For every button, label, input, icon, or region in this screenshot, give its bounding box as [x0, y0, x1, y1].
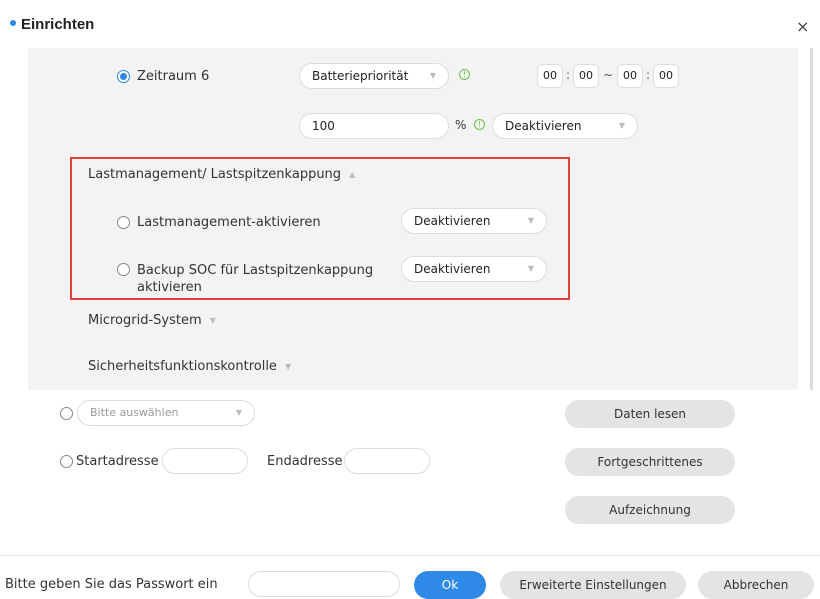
end-hour-field[interactable]: 00 [617, 64, 643, 88]
load-management-radio[interactable] [117, 216, 130, 229]
microgrid-header[interactable]: Microgrid-System ▼ [88, 313, 216, 328]
chevron-down-icon: ▼ [209, 316, 216, 325]
chevron-down-icon: ▼ [284, 362, 292, 371]
record-button[interactable]: Aufzeichnung [565, 496, 735, 524]
load-management-header[interactable]: Lastmanagement/ Lastspitzenkappung ▲ [88, 167, 355, 182]
percent-unit: % [455, 118, 467, 132]
start-address-input[interactable] [162, 448, 248, 474]
start-address-label: Startadresse [76, 454, 159, 469]
load-management-option-label: Lastmanagement-aktivieren [137, 215, 321, 230]
backup-soc-label: Backup SOC für Lastspitzenkappung aktivi… [137, 262, 373, 296]
title-dot-icon [10, 20, 16, 27]
address-range-radio[interactable] [60, 455, 73, 468]
register-select-radio[interactable] [60, 407, 73, 420]
start-minute-field[interactable]: 00 [573, 64, 599, 88]
priority-select-value: Batteriepriorität [312, 69, 409, 83]
password-label: Bitte geben Sie das Passwort ein [5, 577, 218, 592]
info-icon[interactable]: ! [459, 69, 470, 80]
priority-select[interactable]: Batteriepriorität ▼ [299, 63, 449, 89]
backup-soc-radio[interactable] [117, 263, 130, 276]
backup-soc-label-line1: Backup SOC für Lastspitzenkappung [137, 263, 374, 278]
chevron-down-icon: ▼ [527, 264, 534, 273]
advanced-button[interactable]: Fortgeschrittenes [565, 448, 735, 476]
end-address-label: Endadresse [267, 454, 343, 469]
end-minute-field[interactable]: 00 [653, 64, 679, 88]
safety-header[interactable]: Sicherheitsfunktionskontrolle ▼ [88, 359, 291, 374]
read-data-button[interactable]: Daten lesen [565, 400, 735, 428]
start-hour-field[interactable]: 00 [537, 64, 563, 88]
load-management-header-text: Lastmanagement/ Lastspitzenkappung [88, 167, 342, 182]
load-management-select[interactable]: Deaktivieren ▼ [401, 208, 547, 234]
scrollbar[interactable] [810, 48, 813, 390]
range-tilde: ~ [603, 68, 614, 82]
percent-input[interactable]: 100 [299, 113, 449, 139]
info-icon[interactable]: ! [474, 119, 485, 130]
time-colon-2: : [646, 68, 651, 82]
backup-soc-label-line2: aktivieren [137, 280, 202, 295]
register-select-placeholder: Bitte auswählen [90, 406, 179, 419]
safety-header-text: Sicherheitsfunktionskontrolle [88, 359, 277, 374]
password-input[interactable] [248, 571, 400, 597]
dialog-title: Einrichten [10, 16, 94, 33]
dialog-title-text: Einrichten [21, 16, 95, 33]
chevron-down-icon: ▼ [618, 121, 625, 130]
time-colon: : [566, 68, 571, 82]
percent-mode-value: Deaktivieren [505, 119, 582, 133]
backup-soc-select-value: Deaktivieren [414, 262, 491, 276]
percent-mode-select[interactable]: Deaktivieren ▼ [492, 113, 638, 139]
backup-soc-select[interactable]: Deaktivieren ▼ [401, 256, 547, 282]
load-management-select-value: Deaktivieren [414, 214, 491, 228]
end-address-input[interactable] [344, 448, 430, 474]
chevron-down-icon: ▼ [235, 408, 242, 417]
chevron-down-icon: ▼ [429, 71, 436, 80]
chevron-up-icon: ▲ [349, 170, 356, 179]
chevron-down-icon: ▼ [527, 216, 534, 225]
microgrid-header-text: Microgrid-System [88, 313, 202, 328]
register-select[interactable]: Bitte auswählen ▼ [77, 400, 255, 426]
footer-divider [0, 555, 820, 556]
close-icon[interactable]: × [796, 17, 809, 36]
period-radio[interactable] [117, 70, 130, 83]
period-label: Zeitraum 6 [137, 69, 210, 84]
